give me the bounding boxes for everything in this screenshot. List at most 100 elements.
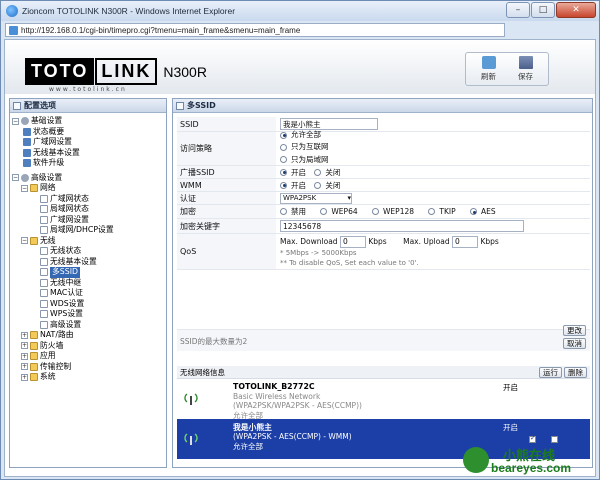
enc-disabled-radio[interactable]: 禁用 <box>280 206 306 217</box>
nav-wps[interactable]: WPS设置 <box>12 309 166 320</box>
title-bar: Zioncom TOTOLINK N300R - Windows Interne… <box>1 1 599 21</box>
expand-icon: + <box>21 363 28 371</box>
address-bar: http://192.168.0.1/cgi-bin/timepro.cgi?t… <box>1 21 599 39</box>
sidebar-header: 配置选项 <box>10 99 166 113</box>
max-upload-input[interactable]: 0 <box>452 235 479 248</box>
folder-icon <box>30 373 38 382</box>
collapse-icon: − <box>21 184 28 192</box>
refresh-button[interactable]: 刷新 <box>481 56 496 82</box>
ssid-limit-row: SSID的最大数量为2 更改 取消 <box>177 325 590 351</box>
save-icon <box>518 56 533 69</box>
nav-mac-auth[interactable]: MAC认证 <box>12 288 166 299</box>
nav-firewall[interactable]: + 防火墙 <box>12 341 166 352</box>
page-icon <box>40 257 48 266</box>
nav-traffic[interactable]: + 传输控制 <box>12 362 166 373</box>
enc-wep64-radio[interactable]: WEP64 <box>320 207 358 216</box>
nav-wireless[interactable]: − 无线 <box>12 236 166 247</box>
router-header: TOTO LINK N300R www.totolink.cn 刷新 保存 <box>5 40 595 94</box>
wmm-on-radio[interactable]: 开启 <box>280 180 306 191</box>
sidebar: 配置选项 − 基础设置 状态概要 广域网设置 无线基本设置 软件升级 − 高级设置 … <box>9 98 167 468</box>
folder-icon <box>30 341 38 350</box>
nav-multi-ssid[interactable]: 多SSID <box>12 267 166 278</box>
nav-basic[interactable]: − 基础设置 <box>12 116 166 127</box>
ssid-form: SSID 我是小熊主 访问策略 允许全部 只为互联网 只为局域网 广播SSID … <box>177 117 590 270</box>
close-button[interactable]: ✕ <box>556 2 596 18</box>
policy-internet-radio[interactable]: 只为互联网 <box>280 142 329 153</box>
nav-network[interactable]: − 网络 <box>12 183 166 194</box>
page-icon <box>40 299 48 308</box>
cancel-button[interactable]: 取消 <box>563 338 586 349</box>
panel-icon <box>13 101 21 110</box>
enc-aes-radio[interactable]: AES <box>470 207 496 216</box>
nav-wireless-basic-adv[interactable]: 无线基本设置 <box>12 257 166 268</box>
main-panel: 多SSID SSID 我是小熊主 访问策略 允许全部 只为互联网 只为局域网 广… <box>172 98 593 468</box>
expand-icon: + <box>21 373 28 381</box>
watermark: 小熊在线 beareyes.com <box>463 443 593 477</box>
broadcast-on-radio[interactable]: 开启 <box>280 167 306 178</box>
nav-wan[interactable]: 广域网设置 <box>12 137 166 148</box>
change-button[interactable]: 更改 <box>563 325 586 336</box>
enc-wep128-radio[interactable]: WEP128 <box>372 207 414 216</box>
wmm-off-radio[interactable]: 关闭 <box>314 180 340 191</box>
collapse-icon: − <box>12 174 19 182</box>
globe-icon <box>23 138 31 147</box>
nav-upgrade[interactable]: 软件升级 <box>12 158 166 169</box>
page-icon <box>40 194 48 203</box>
page-icon <box>40 247 48 256</box>
monitor-icon <box>23 127 31 136</box>
nav-repeater[interactable]: 无线中继 <box>12 278 166 289</box>
run-button[interactable]: 运行 <box>539 366 562 378</box>
delete-checkbox[interactable] <box>551 436 558 443</box>
collapse-icon: − <box>21 237 28 245</box>
save-button[interactable]: 保存 <box>518 56 533 82</box>
max-download-input[interactable]: 0 <box>339 235 366 248</box>
nav-advanced[interactable]: − 高级设置 <box>12 173 166 184</box>
page-icon <box>40 205 48 214</box>
ssid-input[interactable]: 我是小熊主 <box>280 118 378 130</box>
logo-url: www.totolink.cn <box>49 86 127 93</box>
nav-status[interactable]: 状态概要 <box>12 127 166 138</box>
nav-tree: − 基础设置 状态概要 广域网设置 无线基本设置 软件升级 − 高级设置 − 网络 广… <box>10 113 166 383</box>
gear-icon <box>21 117 29 126</box>
totolink-logo: TOTO LINK N300R www.totolink.cn <box>25 58 207 93</box>
auth-select[interactable]: WPA2PSK ▾ <box>280 192 352 204</box>
maximize-button[interactable]: □ <box>531 2 555 18</box>
antenna-icon <box>184 393 198 405</box>
folder-icon <box>30 362 38 371</box>
page-icon <box>40 310 48 319</box>
nav-wireless-basic[interactable]: 无线基本设置 <box>12 148 166 159</box>
nav-wan-settings[interactable]: 广域网设置 <box>12 215 166 226</box>
nav-system[interactable]: + 系统 <box>12 372 166 383</box>
page-icon <box>9 25 18 35</box>
broadcast-off-radio[interactable]: 关闭 <box>314 167 340 178</box>
folder-icon <box>30 236 38 245</box>
minimize-button[interactable]: – <box>506 2 530 18</box>
collapse-icon: − <box>12 117 19 125</box>
nav-wireless-advanced[interactable]: 高级设置 <box>12 320 166 331</box>
key-input[interactable]: 12345678 <box>280 220 524 232</box>
page-content: TOTO LINK N300R www.totolink.cn 刷新 保存 配置… <box>4 39 596 477</box>
nav-wds[interactable]: WDS设置 <box>12 299 166 310</box>
page-icon <box>40 215 48 224</box>
nav-lan-status[interactable]: 局域网状态 <box>12 204 166 215</box>
policy-lan-radio[interactable]: 只为局域网 <box>280 155 329 166</box>
folder-icon <box>30 331 38 340</box>
wireless-list-header: 无线网络信息 运行 删除 <box>177 366 590 379</box>
delete-button[interactable]: 删除 <box>564 366 587 378</box>
nav-apps[interactable]: + 应用 <box>12 351 166 362</box>
nav-nat[interactable]: + NAT/路由 <box>12 330 166 341</box>
main-header: 多SSID <box>173 99 592 113</box>
list-item[interactable]: TOTOLINK_B2772C Basic Wireless Network (… <box>177 379 590 420</box>
address-input[interactable]: http://192.168.0.1/cgi-bin/timepro.cgi?t… <box>5 23 505 37</box>
folder-icon <box>30 184 38 193</box>
enc-tkip-radio[interactable]: TKIP <box>428 207 456 216</box>
gear-icon <box>21 173 29 182</box>
run-checkbox[interactable] <box>529 434 536 443</box>
nav-wireless-status[interactable]: 无线状态 <box>12 246 166 257</box>
nav-lan-dhcp[interactable]: 局域网/DHCP设置 <box>12 225 166 236</box>
nav-wan-status[interactable]: 广域网状态 <box>12 194 166 205</box>
refresh-icon <box>481 56 496 69</box>
expand-icon: + <box>21 352 28 360</box>
policy-all-radio[interactable]: 允许全部 <box>280 130 321 141</box>
page-icon <box>40 320 48 329</box>
